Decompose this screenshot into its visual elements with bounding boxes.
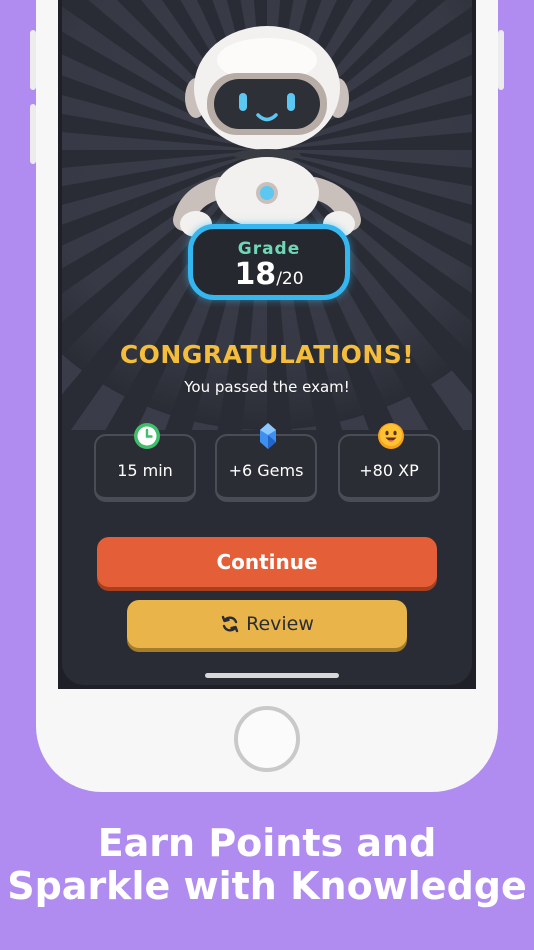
power-button (498, 30, 504, 90)
home-button[interactable] (234, 706, 300, 772)
review-button-label: Review (246, 613, 314, 635)
promo-caption: Earn Points and Sparkle with Knowledge (0, 822, 534, 908)
smiley-icon (378, 423, 404, 449)
grade-score: 18/20 (193, 257, 345, 292)
review-button[interactable]: Review (127, 600, 407, 648)
continue-button[interactable]: Continue (97, 537, 437, 587)
grade-card: Grade 18/20 (188, 224, 350, 300)
stat-value-time: 15 min (117, 461, 173, 480)
result-screen: Grade 18/20 CONGRATULATIONS! You passed … (62, 0, 472, 685)
caption-line-1: Earn Points and (97, 821, 437, 865)
stat-value-xp: +80 XP (359, 461, 419, 480)
stat-card-gems: +6 Gems (215, 423, 317, 502)
refresh-icon (221, 615, 239, 633)
clock-icon (134, 423, 160, 449)
stat-card-time: 15 min (94, 423, 196, 502)
gem-icon (260, 423, 276, 449)
grade-score-total: /20 (276, 269, 304, 289)
stat-value-gems: +6 Gems (228, 461, 304, 480)
congratulations-title: CONGRATULATIONS! (119, 340, 415, 369)
grade-label: Grade (237, 239, 301, 259)
phone-screen: Grade 18/20 CONGRATULATIONS! You passed … (58, 0, 476, 689)
stat-card-xp: +80 XP (338, 423, 440, 502)
grade-score-value: 18 (234, 257, 277, 292)
home-indicator[interactable] (205, 673, 339, 678)
caption-line-2: Sparkle with Knowledge (7, 864, 527, 908)
result-subtitle: You passed the exam! (184, 378, 350, 396)
